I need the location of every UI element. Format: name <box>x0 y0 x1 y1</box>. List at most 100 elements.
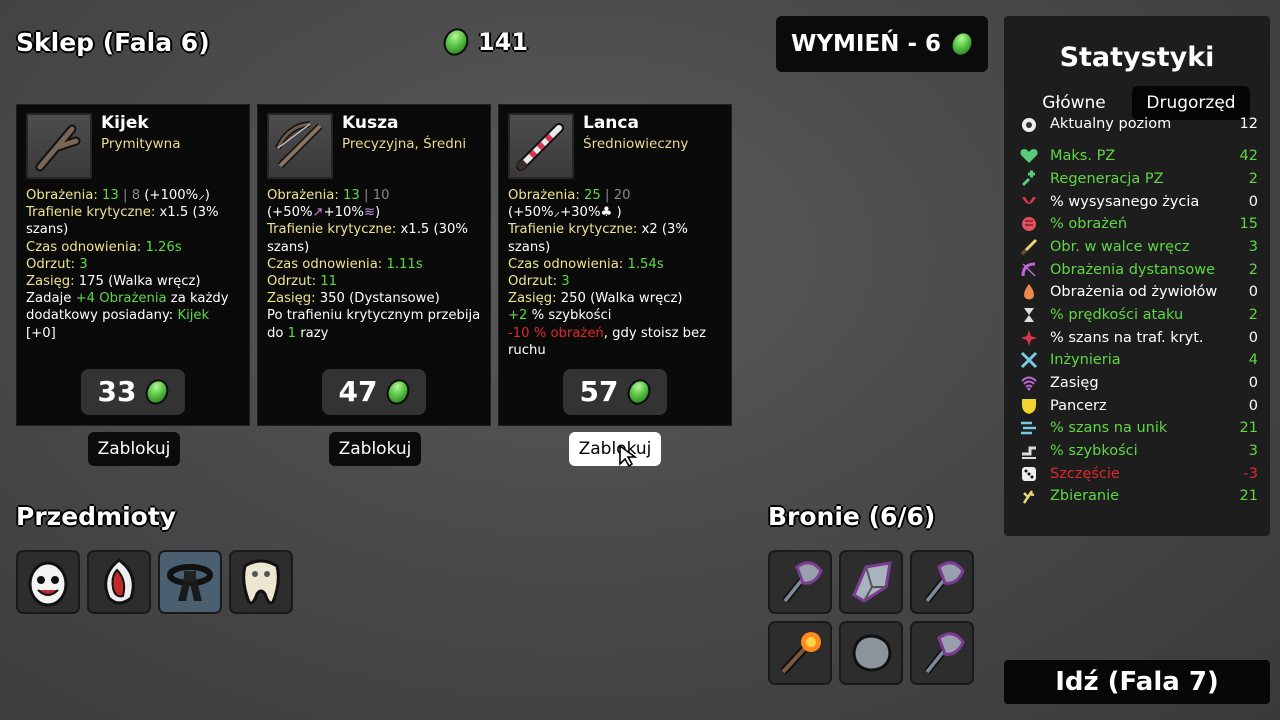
shop-card-kusza[interactable]: Kusza Precyzyjna, Średni Obrażenia: 13 |… <box>257 104 491 426</box>
items-grid <box>16 550 293 614</box>
torch-icon[interactable] <box>768 621 832 685</box>
melee-icon: ⸝ <box>198 188 205 203</box>
stat-row-crit: % szans na traf. kryt. 0 <box>1018 328 1258 348</box>
knockback-line: Odrzut: 3 <box>26 256 88 272</box>
elemental-icon <box>1018 283 1040 301</box>
effect-line: +2 % szybkości <box>508 308 612 324</box>
stat-row-engineering: Inżynieria 4 <box>1018 350 1258 370</box>
crystal-shard-icon[interactable] <box>839 550 903 614</box>
weapon-class: Średniowieczny <box>583 136 689 153</box>
cooldown-line: Czas odnowienia: 1.26s <box>26 239 182 255</box>
range-line: Zasięg: 350 (Dystansowe) <box>267 291 440 307</box>
lock-button-kijek[interactable]: Zablokuj <box>88 432 180 466</box>
damage-line: Obrażenia: 25 | 20 (+50%⸝+30%♣ ) <box>508 188 631 221</box>
harvesting-icon <box>1018 487 1040 505</box>
dodge-icon <box>1018 419 1040 437</box>
knockback-line: Odrzut: 11 <box>267 274 338 290</box>
tooth-icon[interactable] <box>229 550 293 614</box>
items-title: Przedmioty <box>16 502 177 531</box>
axe-icon[interactable] <box>910 621 974 685</box>
attack-speed-icon <box>1018 306 1040 324</box>
buy-button[interactable]: 47 <box>322 369 426 415</box>
weapon-class: Precyzyjna, Średni <box>342 136 467 153</box>
stat-row-range: Zasięg 0 <box>1018 373 1258 393</box>
lock-button-kusza[interactable]: Zablokuj <box>329 432 421 466</box>
effect-line: -10 % obrażeń, gdy stoisz bez ruchu <box>508 325 707 358</box>
stat-row-hp-regen: Regeneracja PZ 2 <box>1018 169 1258 189</box>
harvesting-icon: ♣ <box>600 205 613 221</box>
range-line: Zasięg: 250 (Walka wręcz) <box>508 291 683 307</box>
weapons-title: Bronie (6/6) <box>768 502 936 531</box>
speed-icon <box>1018 442 1040 460</box>
crit-line: Trafienie krytyczne: x1.5 (3% szans) <box>26 205 219 238</box>
cooldown-line: Czas odnowienia: 1.11s <box>267 256 423 272</box>
damage-icon <box>1018 215 1040 233</box>
shop-card-kijek[interactable]: Kijek Prymitywna Obrażenia: 13 | 8 (+100… <box>16 104 250 426</box>
crit-line: Trafienie krytyczne: x2 (3% szans) <box>508 222 688 255</box>
knockback-line: Odrzut: 3 <box>508 274 570 290</box>
stone-icon[interactable] <box>839 621 903 685</box>
lifesteal-icon <box>1018 193 1040 211</box>
money-amount: 141 <box>478 28 529 56</box>
weapon-name: Kusza <box>342 113 399 133</box>
effect-line: Po trafieniu krytycznym przebija do 1 ra… <box>267 308 481 341</box>
stat-row-ranged: Obrażenia dystansowe 2 <box>1018 260 1258 280</box>
stat-row-attack-speed: % prędkości ataku 2 <box>1018 305 1258 325</box>
luck-icon <box>1018 465 1040 483</box>
lance-icon <box>508 113 574 179</box>
stat-row-lifesteal: % wysysanego życia 0 <box>1018 192 1258 212</box>
stat-row-damage: % obrażeń 15 <box>1018 214 1258 234</box>
range-line: Zasięg: 175 (Walka wręcz) <box>26 274 201 290</box>
price-value: 57 <box>579 375 619 409</box>
weapon-name: Kijek <box>101 113 149 133</box>
crit-icon <box>1018 329 1040 347</box>
axe-icon[interactable] <box>768 550 832 614</box>
stat-row-max-hp: Maks. PZ 42 <box>1018 146 1258 166</box>
stats-title: Statystyki <box>1059 42 1215 73</box>
material-gem-icon <box>142 375 173 409</box>
lock-button-lanca[interactable]: Zablokuj <box>569 432 661 466</box>
effect-line: Zadaje +4 Obrażenia za każdy dodatkowy p… <box>26 291 229 341</box>
buy-button[interactable]: 57 <box>563 369 667 415</box>
damage-line: Obrażenia: 13 | 8 (+100%⸝) <box>26 188 210 203</box>
stat-row-luck: Szczęście -3 <box>1018 464 1258 484</box>
axe-icon[interactable] <box>910 550 974 614</box>
material-gem-icon <box>439 24 473 60</box>
weapons-grid <box>768 550 978 685</box>
ranged-icon: ↗ <box>312 205 324 221</box>
crit-line: Trafienie krytyczne: x1.5 (30% szans) <box>267 222 468 255</box>
material-gem-icon <box>624 375 655 409</box>
mouth-icon[interactable] <box>87 550 151 614</box>
stat-row-level: Aktualny poziom 12 <box>1018 114 1258 134</box>
stats-panel: Statystyki Główne Drugorzęd Aktualny poz… <box>1004 16 1270 536</box>
crossbow-icon <box>267 113 333 179</box>
heart-icon <box>1018 147 1040 165</box>
egg-creature-icon[interactable] <box>16 550 80 614</box>
damage-line: Obrażenia: 13 | 10 (+50%↗+10%≋) <box>267 188 390 221</box>
stat-row-elemental: Obrażenia od żywiołów 0 <box>1018 282 1258 302</box>
shop-card-lanca[interactable]: Lanca Średniowieczny Obrażenia: 25 | 20 … <box>498 104 732 426</box>
range-icon: ≋ <box>363 205 376 221</box>
reroll-button[interactable]: WYMIEŃ - 6 <box>776 16 988 72</box>
reroll-label: WYMIEŃ - 6 <box>791 31 941 57</box>
stat-row-armor: Pancerz 0 <box>1018 396 1258 416</box>
money-display: 141 <box>439 24 529 60</box>
price-value: 33 <box>97 375 137 409</box>
mouse-cursor-icon <box>619 444 638 468</box>
engineering-icon <box>1018 351 1040 369</box>
price-value: 47 <box>338 375 378 409</box>
weapon-class: Prymitywna <box>101 136 181 153</box>
material-gem-icon <box>946 27 978 61</box>
ranged-icon <box>1018 261 1040 279</box>
black-belt-icon[interactable] <box>158 550 222 614</box>
stat-row-harvesting: Zbieranie 21 <box>1018 486 1258 506</box>
stick-icon <box>26 113 92 179</box>
range-icon <box>1018 374 1040 392</box>
melee-icon <box>1018 238 1040 256</box>
armor-icon <box>1018 397 1040 415</box>
material-gem-icon <box>383 375 414 409</box>
buy-button[interactable]: 33 <box>81 369 185 415</box>
stat-row-speed: % szybkości 3 <box>1018 441 1258 461</box>
regen-icon <box>1018 170 1040 188</box>
next-wave-button[interactable]: Idź (Fala 7) <box>1004 660 1270 704</box>
